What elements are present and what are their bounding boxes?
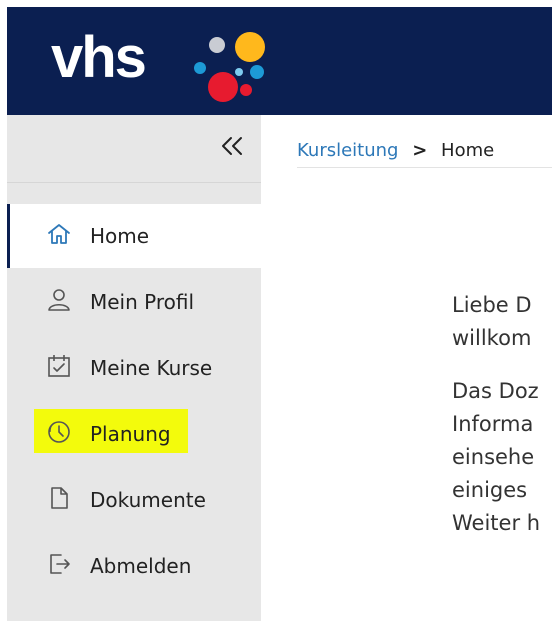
sidebar-item-meine-kurse-label: Meine Kurse: [90, 356, 213, 380]
calendar-check-icon: [46, 353, 72, 379]
user-icon: [46, 287, 72, 313]
welcome-line-2: willkom: [452, 326, 532, 350]
breadcrumb-separator: >: [412, 140, 428, 161]
main-content: Kursleitung > Home Liebe D willkom Das D…: [261, 115, 552, 621]
sidebar-item-dokumente-label: Dokumente: [90, 488, 206, 512]
logo-text: vhs: [51, 25, 147, 90]
logo-dot-yellow: [235, 32, 265, 62]
welcome-paragraph: Liebe D willkom: [452, 289, 552, 355]
sidebar-item-planung-label: Planung: [90, 422, 171, 446]
breadcrumb-kursleitung-link[interactable]: Kursleitung: [297, 140, 398, 161]
left-margin: [0, 0, 7, 621]
info-line-5: Weiter h: [452, 511, 541, 535]
logo-dot-lightblue-small: [235, 68, 243, 76]
sidebar-item-home-label: Home: [90, 224, 150, 248]
home-icon: [46, 221, 72, 247]
sidebar-item-abmelden-label: Abmelden: [90, 554, 192, 578]
logo-dot-blue-large: [250, 65, 264, 79]
sidebar-item-home[interactable]: Home: [7, 204, 261, 268]
info-line-1: Das Doz: [452, 379, 539, 403]
logo-dot-blue: [194, 62, 206, 74]
sidebar-item-mein-profil[interactable]: Mein Profil: [7, 270, 261, 334]
sidebar-item-abmelden[interactable]: Abmelden: [7, 534, 261, 598]
info-paragraph: Das Doz Informa einsehe einiges Weiter h: [452, 375, 552, 540]
page: vhs Home Mein Profil Meine Kurse Planung…: [0, 0, 552, 621]
breadcrumb-current-page: Home: [441, 140, 495, 161]
vhs-logo[interactable]: vhs: [51, 29, 271, 109]
info-line-2: Informa: [452, 412, 534, 436]
collapse-sidebar-button[interactable]: [213, 129, 247, 163]
logo-dot-red-large: [208, 72, 238, 102]
logo-dot-red-small: [240, 84, 252, 96]
info-line-3: einsehe: [452, 445, 535, 469]
info-line-4: einiges: [452, 478, 528, 502]
logo-dot-gray: [209, 37, 225, 53]
document-icon: [46, 485, 72, 511]
logout-icon: [46, 551, 72, 577]
logo-dots-icon: [194, 32, 265, 102]
sidebar-navigation: Home Mein Profil Meine Kurse Planung Dok…: [7, 115, 261, 621]
clock-icon: [46, 419, 72, 445]
sidebar-item-meine-kurse[interactable]: Meine Kurse: [7, 336, 261, 400]
sidebar-item-mein-profil-label: Mein Profil: [90, 290, 195, 314]
sidebar-item-dokumente[interactable]: Dokumente: [7, 468, 261, 532]
breadcrumb: Kursleitung > Home: [297, 135, 552, 168]
sidebar-item-planung[interactable]: Planung: [7, 402, 261, 466]
double-chevron-left-icon: [222, 137, 242, 155]
top-header: vhs: [7, 7, 552, 115]
sidebar-collapse-row: [7, 115, 261, 183]
welcome-text: Liebe D willkom Das Doz Informa einsehe …: [452, 289, 552, 560]
welcome-line-1: Liebe D: [452, 293, 532, 317]
